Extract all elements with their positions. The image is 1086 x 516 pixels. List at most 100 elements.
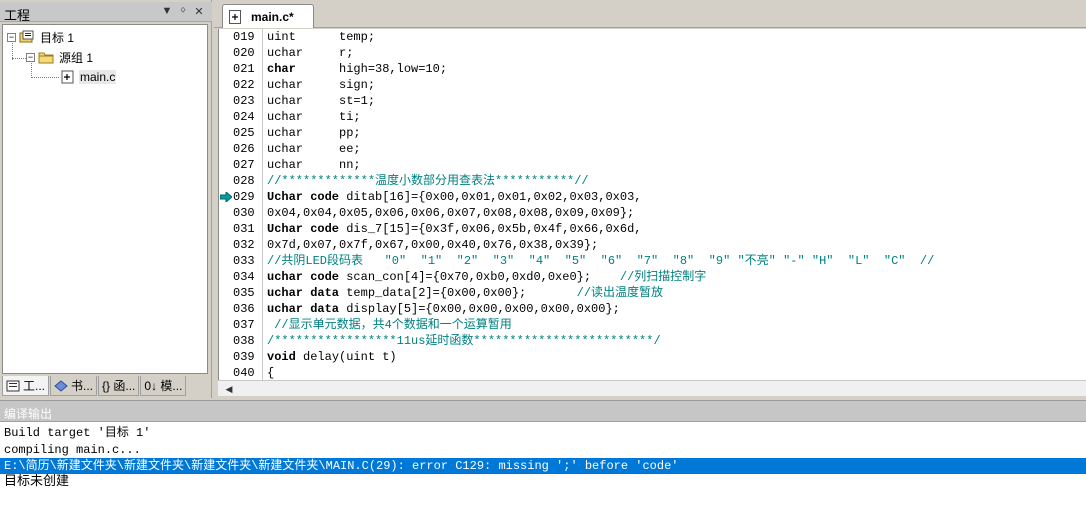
code-line[interactable]: 039 void delay(uint t) [219, 349, 1086, 365]
code-line[interactable]: 035 uchar data temp_data[2]={0x00,0x00}; … [219, 285, 1086, 301]
tab-books-label: 书... [71, 379, 94, 393]
code-line[interactable]: 023 uchar st=1; [219, 93, 1086, 109]
code-line[interactable]: 028 //*************温度小数部分用查表法***********/… [219, 173, 1086, 189]
code-text: uint temp; [267, 30, 376, 44]
code-text: uchar ti; [267, 110, 361, 124]
project-panel-tabs: 工... 书... {} 函... 0↓ 模... [2, 376, 208, 398]
tree-item-group-label: 源组 1 [59, 50, 94, 65]
folder-icon [38, 50, 54, 64]
line-number: 021 [233, 62, 255, 76]
pin-icon[interactable]: ᛜ [176, 5, 190, 17]
project-tab-icon [6, 380, 20, 392]
line-number: 020 [233, 46, 255, 60]
code-line[interactable]: 040 { [219, 365, 1086, 380]
build-output-title: 编译输出 [4, 407, 53, 421]
code-text: 0x04,0x04,0x05,0x06,0x06,0x07,0x08,0x08,… [267, 206, 635, 220]
current-line-arrow-icon [220, 192, 232, 202]
code-line[interactable]: 019 uint temp; [219, 29, 1086, 45]
code-line[interactable]: 025 uchar pp; [219, 125, 1086, 141]
line-number: 026 [233, 142, 255, 156]
output-line: compiling main.c... [4, 443, 141, 457]
code-line[interactable]: 024 uchar ti; [219, 109, 1086, 125]
output-line: 目标未创建 [4, 473, 70, 488]
code-text: uchar pp; [267, 126, 361, 140]
ide-window: 工程 ▼ ᛜ ✕ − 目标 1 − 源组 1 main.c 工... 书... … [0, 0, 1086, 516]
collapse-icon[interactable]: − [7, 32, 16, 42]
project-panel-title: 工程 [4, 8, 31, 23]
code-line[interactable]: 036 uchar data display[5]={0x00,0x00,0x00… [219, 301, 1086, 317]
c-file-icon [229, 9, 241, 24]
tab-project[interactable]: 工... [2, 376, 50, 396]
project-panel: 工程 ▼ ᛜ ✕ − 目标 1 − 源组 1 main.c 工... 书... … [0, 0, 212, 398]
tab-functions-label: {} 函... [102, 379, 136, 393]
tab-templates[interactable]: 0↓ 模... [140, 376, 187, 396]
line-number: 029 [233, 190, 255, 204]
project-tree: − 目标 1 − 源组 1 main.c [2, 24, 208, 374]
code-line[interactable]: 033 //共阴LED段码表 "0" "1" "2" "3" "4" "5" "6… [219, 253, 1086, 269]
code-line[interactable]: 026 uchar ee; [219, 141, 1086, 157]
tree-item-target[interactable]: − 目标 1 [7, 28, 75, 46]
tree-item-file[interactable]: main.c [61, 68, 117, 86]
scroll-left-icon[interactable]: ◀ [222, 383, 236, 395]
dropdown-icon[interactable]: ▼ [160, 5, 174, 17]
code-text: Uchar code ditab[16]={0x00,0x01,0x01,0x0… [267, 190, 642, 204]
line-number: 038 [233, 334, 255, 348]
line-number: 023 [233, 94, 255, 108]
code-text: //共阴LED段码表 "0" "1" "2" "3" "4" "5" "6" "… [267, 254, 935, 268]
code-text: char high=38,low=10; [267, 62, 448, 76]
tree-item-target-label: 目标 1 [40, 30, 75, 45]
code-line[interactable]: 020 uchar r; [219, 45, 1086, 61]
output-line: Build target '目标 1' [4, 426, 151, 440]
code-line[interactable]: 031 Uchar code dis_7[15]={0x3f,0x06,0x5b,… [219, 221, 1086, 237]
line-number: 022 [233, 78, 255, 92]
line-number: 019 [233, 30, 255, 44]
code-text: uchar sign; [267, 78, 376, 92]
code-text: uchar data display[5]={0x00,0x00,0x00,0x… [267, 302, 620, 316]
tree-item-group[interactable]: − 源组 1 [26, 48, 94, 66]
code-text: Uchar code dis_7[15]={0x3f,0x06,0x5b,0x4… [267, 222, 642, 236]
code-line[interactable]: 038 /*****************11us延时函数***********… [219, 333, 1086, 349]
code-line[interactable]: 030 0x04,0x04,0x05,0x06,0x06,0x07,0x08,0x… [219, 205, 1086, 221]
line-number: 027 [233, 158, 255, 172]
line-number: 036 [233, 302, 255, 316]
build-output-header: 编译输出 [0, 400, 1086, 422]
code-line[interactable]: 021 char high=38,low=10; [219, 61, 1086, 77]
code-line[interactable]: 027 uchar nn; [219, 157, 1086, 173]
code-text: uchar code scan_con[4]={0x70,0xb0,0xd0,0… [267, 270, 707, 284]
target-icon [19, 30, 35, 44]
code-line[interactable]: 029 Uchar code ditab[16]={0x00,0x01,0x01,… [219, 189, 1086, 205]
horizontal-scrollbar[interactable]: ◀ [218, 380, 1086, 396]
code-line[interactable]: 037 //显示单元数据，共4个数据和一个运算暂用 [219, 317, 1086, 333]
code-text: uchar nn; [267, 158, 361, 172]
collapse-icon[interactable]: − [26, 52, 35, 62]
close-icon[interactable]: ✕ [192, 5, 206, 18]
tab-project-label: 工... [23, 379, 46, 393]
code-text: uchar ee; [267, 142, 361, 156]
tab-functions[interactable]: {} 函... [98, 376, 140, 396]
line-number: 035 [233, 286, 255, 300]
line-number: 033 [233, 254, 255, 268]
output-error-line[interactable]: E:\简历\新建文件夹\新建文件夹\新建文件夹\新建文件夹\MAIN.C(29)… [0, 458, 1086, 474]
code-line[interactable]: 034 uchar code scan_con[4]={0x70,0xb0,0xd… [219, 269, 1086, 285]
code-editor[interactable]: 019 uint temp; 020 uchar r; 021 char high=38,… [218, 29, 1086, 380]
line-number: 032 [233, 238, 255, 252]
code-line[interactable]: 032 0x7d,0x07,0x7f,0x67,0x00,0x40,0x76,0x… [219, 237, 1086, 253]
line-number: 030 [233, 206, 255, 220]
line-number: 024 [233, 110, 255, 124]
code-text: void delay(uint t) [267, 350, 397, 364]
editor-tabbar: main.c* [214, 0, 1086, 28]
code-text: uchar st=1; [267, 94, 376, 108]
code-line[interactable]: 022 uchar sign; [219, 77, 1086, 93]
line-number: 034 [233, 270, 255, 284]
line-number: 025 [233, 126, 255, 140]
scrollbar-thumb[interactable] [240, 384, 1086, 394]
books-tab-icon [54, 379, 68, 392]
tab-books[interactable]: 书... [50, 376, 98, 396]
build-output-panel: 编译输出 Build target '目标 1' compiling main.… [0, 400, 1086, 516]
c-file-icon [61, 70, 75, 84]
tab-main-c[interactable]: main.c* [222, 4, 314, 28]
build-output-body: Build target '目标 1' compiling main.c... … [0, 423, 1086, 516]
line-number: 040 [233, 366, 255, 380]
code-text: uchar data temp_data[2]={0x00,0x00}; //读… [267, 286, 664, 300]
code-text: /*****************11us延时函数**************… [267, 334, 661, 348]
